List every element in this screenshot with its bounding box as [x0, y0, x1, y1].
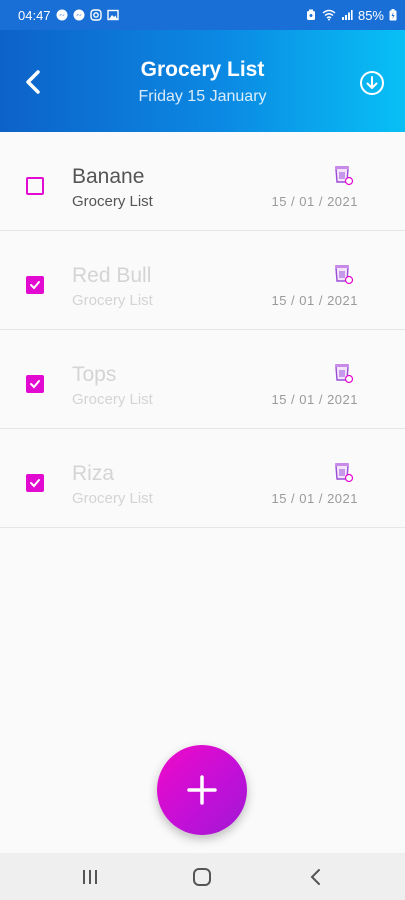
messenger-icon: [56, 9, 68, 21]
item-name: Tops: [72, 363, 117, 386]
item-name: Banane: [72, 165, 145, 188]
add-item-button[interactable]: [157, 745, 247, 835]
item-checkbox[interactable]: [26, 375, 44, 393]
gallery-icon: [106, 9, 119, 21]
back-icon[interactable]: [305, 867, 327, 887]
item-name: Red Bull: [72, 264, 152, 287]
page-title: Grocery List: [140, 58, 265, 81]
item-checkbox[interactable]: [26, 177, 44, 195]
item-date: 15 / 01 / 2021: [271, 293, 358, 308]
app-header: Grocery List Friday 15 January: [0, 30, 405, 132]
trash-icon[interactable]: [332, 263, 354, 285]
checkmark-icon: [30, 380, 40, 389]
recents-icon[interactable]: [79, 867, 101, 887]
trash-icon[interactable]: [332, 362, 354, 384]
home-icon[interactable]: [191, 867, 213, 887]
plus-icon: [187, 775, 217, 805]
list-item[interactable]: Red Bull Grocery List 15 / 01 / 2021: [0, 231, 405, 330]
item-list-name: Grocery List: [72, 391, 153, 408]
item-checkbox[interactable]: [26, 276, 44, 294]
list-item[interactable]: Riza Grocery List 15 / 01 / 2021: [0, 429, 405, 528]
item-list-name: Grocery List: [72, 193, 153, 210]
trash-icon[interactable]: [332, 164, 354, 186]
page-subtitle: Friday 15 January: [138, 88, 267, 105]
list-item[interactable]: Banane Grocery List 15 / 01 / 2021: [0, 132, 405, 231]
checkmark-icon: [30, 479, 40, 488]
checkmark-icon: [30, 281, 40, 290]
status-bar: 04:47 85%: [0, 0, 405, 30]
item-date: 15 / 01 / 2021: [271, 194, 358, 209]
status-time: 04:47: [18, 7, 51, 23]
messenger-icon: [73, 9, 85, 21]
instagram-icon: [89, 9, 102, 21]
item-list-name: Grocery List: [72, 490, 153, 507]
item-checkbox[interactable]: [26, 474, 44, 492]
wifi-icon: [322, 9, 336, 21]
item-date: 15 / 01 / 2021: [271, 491, 358, 506]
item-list-name: Grocery List: [72, 292, 153, 309]
battery-icon: [389, 9, 397, 21]
system-nav-bar: [0, 853, 405, 900]
list-item[interactable]: Tops Grocery List 15 / 01 / 2021: [0, 330, 405, 429]
item-date: 15 / 01 / 2021: [271, 392, 358, 407]
download-icon[interactable]: [359, 70, 385, 96]
item-name: Riza: [72, 462, 115, 485]
grocery-list: Banane Grocery List 15 / 01 / 2021 Red B…: [0, 132, 405, 528]
battery-percent: 85%: [357, 7, 384, 23]
signal-icon: [341, 10, 353, 20]
trash-icon[interactable]: [332, 461, 354, 483]
alarm-icon: [306, 9, 315, 20]
